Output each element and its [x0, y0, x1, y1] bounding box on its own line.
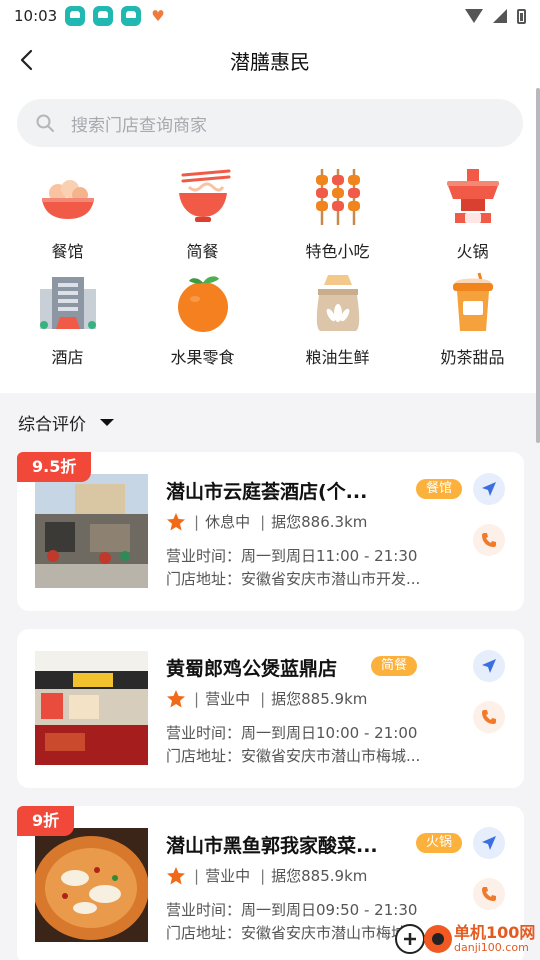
nav-bar: 潜膳惠民 — [0, 32, 540, 88]
navigation-arrow-icon — [482, 482, 496, 496]
category-restaurant[interactable]: 餐馆 — [0, 163, 135, 269]
navigate-button[interactable] — [473, 473, 505, 505]
store-name: 黄蜀郎鸡公煲蓝鼎店 — [166, 658, 338, 680]
milk-tea-cup-icon — [452, 272, 493, 331]
app-notification-icon — [121, 6, 142, 26]
distance: 据您885.9km — [271, 690, 368, 708]
category-quick-meal[interactable]: 简餐 — [135, 163, 270, 269]
watermark-sub: danji100.com — [454, 940, 529, 954]
navigate-button[interactable] — [473, 650, 505, 682]
business-status: 休息中 — [205, 513, 251, 531]
store-card[interactable]: 9.5折 潜山市云庭荟酒店(个... 餐馆 | 休息中 | 据您886.3km … — [17, 452, 524, 611]
call-button[interactable] — [473, 878, 505, 910]
watermark-logo-icon — [395, 924, 452, 954]
business-status: 营业中 — [205, 690, 251, 708]
category-label: 特色小吃 — [305, 242, 370, 261]
discount-badge: 9折 — [17, 806, 75, 836]
separator: | — [194, 512, 200, 531]
star-icon — [167, 689, 185, 707]
call-button[interactable] — [473, 701, 505, 733]
status-bar: 10:03 ♥ — [0, 0, 540, 32]
category-snacks[interactable]: 特色小吃 — [270, 163, 405, 269]
category-label: 水果零食 — [170, 348, 235, 367]
search-bar[interactable]: 搜索门店查询商家 — [17, 99, 523, 147]
call-button[interactable] — [473, 524, 505, 556]
phone-icon — [482, 710, 496, 724]
star-icon — [167, 866, 185, 884]
top-panel: 搜索门店查询商家 餐馆 简餐 特色小吃 火锅 酒店 水果零食 粮油生鲜 奶茶甜品 — [0, 88, 540, 393]
battery-icon — [517, 8, 526, 24]
caret-down-icon — [100, 418, 114, 426]
category-grain-oil[interactable]: 粮油生鲜 — [270, 269, 405, 375]
category-label: 酒店 — [51, 348, 84, 367]
grain-sack-icon — [316, 275, 359, 331]
restaurant-bowl-icon — [41, 180, 94, 219]
watermark-main: 单机100网 — [454, 923, 536, 943]
orange-fruit-icon — [177, 276, 228, 332]
store-name: 潜山市云庭荟酒店(个... — [166, 481, 368, 503]
category-label: 餐馆 — [51, 242, 84, 261]
status-row: | 营业中 | 据您885.9km — [166, 688, 367, 709]
category-tag: 简餐 — [371, 656, 418, 676]
business-hours: 营业时间：周一到周日10:00 - 21:00 — [166, 724, 418, 742]
category-fruit-snacks[interactable]: 水果零食 — [135, 269, 270, 375]
hotpot-icon — [446, 169, 499, 223]
category-hotpot[interactable]: 火锅 — [405, 163, 540, 269]
status-time: 10:03 — [14, 7, 58, 25]
wifi-icon — [465, 9, 483, 23]
category-label: 粮油生鲜 — [305, 348, 370, 367]
phone-icon — [482, 533, 496, 547]
heart-app-icon: ♥ — [151, 7, 165, 25]
star-icon — [167, 512, 185, 530]
store-address: 门店地址：安徽省安庆市潜山市梅城... — [166, 747, 421, 765]
skewers-icon — [315, 169, 360, 225]
store-address: 门店地址：安徽省安庆市潜山市开发... — [166, 570, 421, 588]
search-icon — [36, 114, 54, 132]
sort-dropdown[interactable]: 综合评价 — [0, 393, 540, 451]
store-photo — [35, 651, 148, 765]
category-tag: 餐馆 — [416, 479, 463, 499]
scrollbar[interactable] — [536, 88, 540, 443]
store-name: 潜山市黑鱼郭我家酸菜... — [166, 835, 378, 857]
hotel-building-icon — [39, 277, 96, 329]
page-title: 潜膳惠民 — [230, 49, 310, 74]
app-notification-icon — [65, 6, 86, 26]
back-arrow-icon[interactable] — [16, 48, 40, 72]
navigation-arrow-icon — [482, 836, 496, 850]
distance: 据您885.9km — [271, 867, 368, 885]
app-notification-icon — [93, 6, 114, 26]
search-placeholder: 搜索门店查询商家 — [71, 115, 207, 136]
store-photo — [35, 828, 148, 942]
category-grid: 餐馆 简餐 特色小吃 火锅 酒店 水果零食 粮油生鲜 奶茶甜品 — [0, 163, 540, 375]
phone-icon — [482, 887, 496, 901]
noodle-bowl-icon — [178, 169, 230, 222]
status-row: | 营业中 | 据您885.9km — [166, 865, 367, 886]
sort-label: 综合评价 — [18, 414, 86, 435]
navigation-arrow-icon — [482, 659, 496, 673]
business-hours: 营业时间：周一到周日11:00 - 21:30 — [166, 547, 418, 565]
distance: 据您886.3km — [271, 513, 368, 531]
discount-badge: 9.5折 — [17, 452, 92, 482]
business-hours: 营业时间：周一到周日09:50 - 21:30 — [166, 901, 418, 919]
category-hotel[interactable]: 酒店 — [0, 269, 135, 375]
store-photo — [35, 474, 148, 588]
status-indicators — [465, 8, 526, 24]
navigate-button[interactable] — [473, 827, 505, 859]
category-milk-tea[interactable]: 奶茶甜品 — [405, 269, 540, 375]
separator: | — [260, 512, 266, 531]
category-label: 奶茶甜品 — [440, 348, 505, 367]
category-label: 简餐 — [186, 242, 219, 261]
watermark-text: 单机100网 danji100.com — [454, 924, 535, 954]
signal-icon — [493, 9, 507, 23]
status-row: | 休息中 | 据您886.3km — [166, 511, 367, 532]
store-card[interactable]: 黄蜀郎鸡公煲蓝鼎店 简餐 | 营业中 | 据您885.9km 营业时间：周一到周… — [17, 629, 524, 788]
category-label: 火锅 — [456, 242, 489, 261]
separator: | — [260, 866, 266, 885]
site-watermark: 单机100网 danji100.com — [392, 918, 540, 960]
separator: | — [260, 689, 266, 708]
business-status: 营业中 — [205, 867, 251, 885]
separator: | — [194, 689, 200, 708]
separator: | — [194, 866, 200, 885]
category-tag: 火锅 — [416, 833, 463, 853]
